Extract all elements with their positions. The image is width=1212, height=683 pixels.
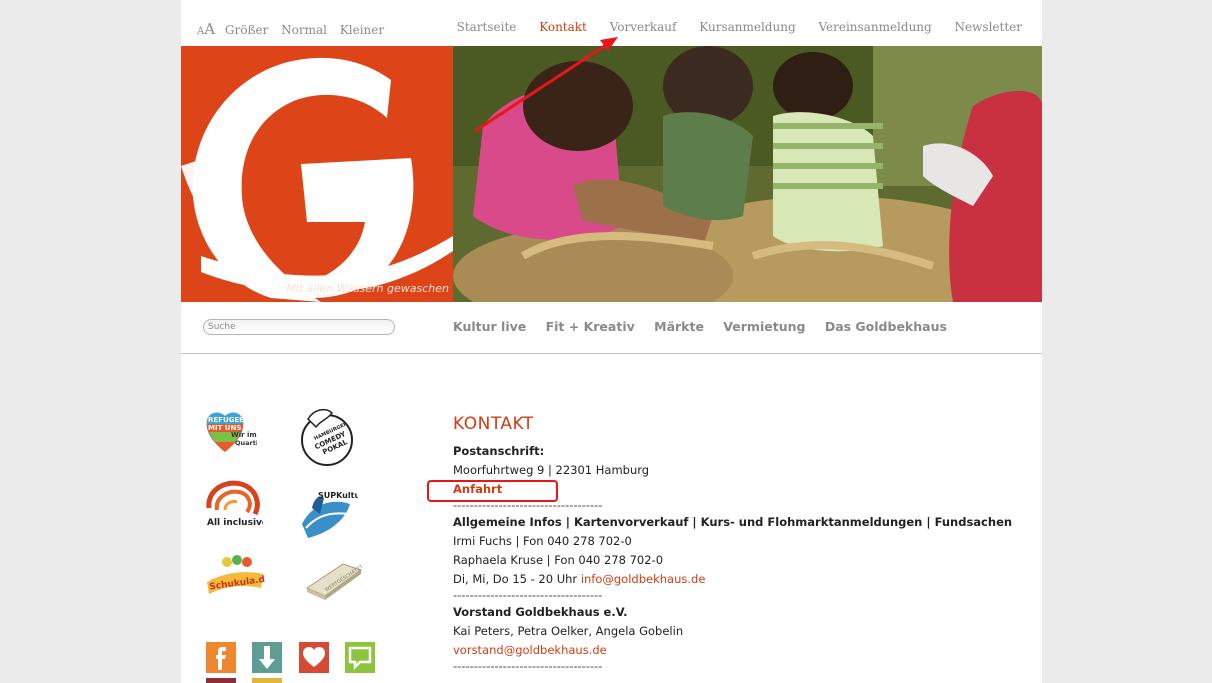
font-smaller-link[interactable]: Kleiner — [340, 23, 384, 37]
separator: ------------------------------------ — [453, 588, 603, 602]
top-nav-startseite[interactable]: Startseite — [457, 20, 517, 34]
header-banner: Mit allen Wassern gewaschen — [181, 46, 1042, 302]
postal-address: Moorfuhrtweg 9 | 22301 Hamburg — [453, 463, 650, 477]
main-nav-bar: Suche Kultur live Fit + Kreativ Märkte V… — [181, 302, 1042, 354]
refugees-logo[interactable]: REFUGEES MIT UNS Wir im Quartier — [205, 410, 266, 458]
banner-tagline: Mit allen Wassern gewaschen — [286, 282, 449, 295]
chat-icon[interactable] — [345, 642, 375, 673]
highlight-box — [427, 480, 558, 502]
main-nav-kultur-live[interactable]: Kultur live — [453, 319, 526, 334]
g-logo-icon — [181, 57, 453, 302]
main-nav-goldbekhaus[interactable]: Das Goldbekhaus — [825, 319, 947, 334]
heart-icon[interactable] — [299, 642, 329, 673]
banner-photo — [453, 46, 1042, 302]
schukula-logo[interactable]: Schukula.de — [205, 552, 272, 606]
main-nav: Kultur live Fit + Kreativ Märkte Vermiet… — [453, 319, 962, 334]
refugees-logo-line4: Quartier — [235, 439, 257, 447]
office-hours-text: Di, Mi, Do 15 - 20 Uhr — [453, 572, 578, 586]
facebook-icon[interactable] — [206, 642, 236, 673]
comedy-pokal-logo[interactable]: HAMBURGER COMEDY POKAL — [296, 405, 358, 471]
page-title: KONTAKT — [453, 414, 534, 434]
font-size-controls: AA Größer Normal Kleiner — [197, 20, 393, 38]
social-icon-partial[interactable] — [206, 678, 236, 683]
postal-label: Postanschrift: — [453, 444, 545, 458]
info-heading: Allgemeine Infos | Kartenvorverkauf | Ku… — [453, 515, 1013, 529]
top-nav-newsletter[interactable]: Newsletter — [955, 20, 1022, 34]
main-nav-vermietung[interactable]: Vermietung — [723, 319, 805, 334]
all-inclusive-label: All inclusive — [207, 518, 263, 528]
office-hours: Di, Mi, Do 15 - 20 Uhr info@goldbekhaus.… — [453, 570, 1023, 589]
sup-kultur-logo[interactable]: SUPKultur — [298, 484, 364, 544]
refugees-logo-line1: REFUGEES — [208, 416, 249, 424]
top-nav-kursanmeldung[interactable]: Kursanmeldung — [699, 20, 795, 34]
goldbekhaus-logo[interactable]: Mit allen Wassern gewaschen — [181, 46, 453, 302]
all-inclusive-logo[interactable]: All inclusive — [205, 478, 268, 534]
contact-person: Raphaela Kruse | Fon 040 278 702-0 — [453, 553, 664, 567]
separator: ------------------------------------ — [453, 659, 603, 673]
board-email-link[interactable]: vorstand@goldbekhaus.de — [453, 641, 1023, 660]
children-clay-photo — [453, 46, 1042, 302]
contact-content: KONTAKT Postanschrift: Moorfuhrtweg 9 | … — [453, 412, 1023, 672]
board-members: Kai Peters, Petra Oelker, Angela Gobelin — [453, 624, 684, 638]
page: AA Größer Normal Kleiner Startseite Kont… — [181, 0, 1042, 683]
board-heading: Vorstand Goldbekhaus e.V. — [453, 605, 628, 619]
social-icon-partial[interactable] — [252, 678, 282, 683]
contact-person: Irmi Fuchs | Fon 040 278 702-0 — [453, 534, 632, 548]
sup-kultur-label: SUPKultur — [318, 491, 358, 500]
top-nav-kontakt[interactable]: Kontakt — [539, 20, 587, 34]
search-input[interactable]: Suche — [203, 319, 395, 335]
info-email-link[interactable]: info@goldbekhaus.de — [581, 572, 706, 586]
refugees-logo-line3: Wir im — [231, 431, 257, 439]
font-larger-link[interactable]: Größer — [225, 23, 268, 37]
download-icon[interactable] — [252, 642, 282, 673]
top-nav-vereinsanmeldung[interactable]: Vereinsanmeldung — [818, 20, 931, 34]
gold-bar-logo[interactable]: WERTGESCHÄTZT — [303, 556, 365, 606]
font-normal-link[interactable]: Normal — [281, 23, 327, 37]
top-nav-vorverkauf[interactable]: Vorverkauf — [610, 20, 677, 34]
main-nav-fit-kreativ[interactable]: Fit + Kreativ — [546, 319, 635, 334]
top-bar: AA Größer Normal Kleiner Startseite Kont… — [181, 0, 1042, 46]
top-nav: Startseite Kontakt Vorverkauf Kursanmeld… — [438, 20, 1022, 34]
main-nav-maerkte[interactable]: Märkte — [654, 319, 704, 334]
font-size-large-icon: A — [204, 20, 216, 38]
